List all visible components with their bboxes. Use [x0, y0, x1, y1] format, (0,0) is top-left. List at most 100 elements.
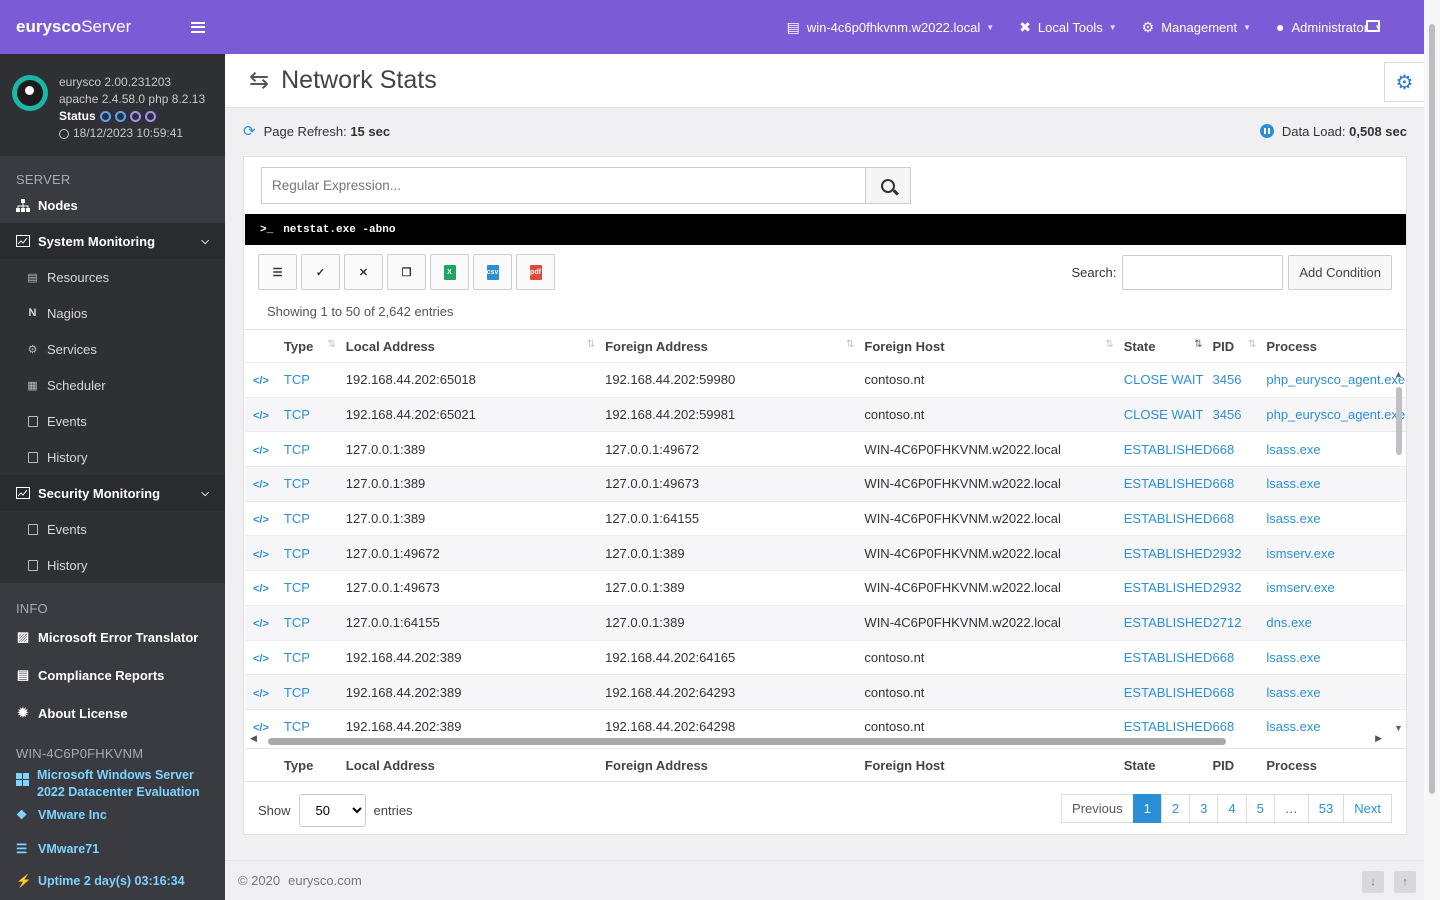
- cell-process[interactable]: ismserv.exe: [1266, 546, 1406, 561]
- code-icon[interactable]: </>: [245, 580, 284, 595]
- cell-pid[interactable]: 2712: [1213, 615, 1267, 630]
- cell-pid[interactable]: 668: [1213, 476, 1267, 491]
- sidebar-item-services[interactable]: ⚙ Services: [0, 331, 225, 367]
- cell-process[interactable]: php_eurysco_agent.exe: [1266, 372, 1406, 387]
- regex-search-button[interactable]: [865, 168, 910, 203]
- cell-process[interactable]: lsass.exe: [1266, 685, 1406, 700]
- cell-state[interactable]: ESTABLISHED: [1124, 511, 1213, 526]
- cell-type[interactable]: TCP: [284, 372, 346, 387]
- code-icon[interactable]: </>: [245, 372, 284, 387]
- cell-state[interactable]: ESTABLISHED: [1124, 476, 1213, 491]
- scroll-left-icon[interactable]: ◀: [250, 733, 257, 744]
- cell-process[interactable]: lsass.exe: [1266, 442, 1406, 457]
- code-icon[interactable]: </>: [245, 546, 284, 561]
- export-pdf-button[interactable]: pdf: [516, 254, 555, 290]
- table-horizontal-scrollbar[interactable]: ◀ ▶: [250, 733, 1382, 747]
- cell-type[interactable]: TCP: [284, 685, 346, 700]
- col-header-type[interactable]: Type ⇅: [284, 339, 346, 354]
- nav-item-compliance-reports[interactable]: ▤ Compliance Reports: [0, 656, 225, 694]
- add-condition-button[interactable]: Add Condition: [1288, 255, 1392, 290]
- code-icon[interactable]: </>: [245, 650, 284, 665]
- cell-pid[interactable]: 3456: [1213, 372, 1267, 387]
- cell-pid[interactable]: 668: [1213, 650, 1267, 665]
- sidebar-item-history[interactable]: History: [0, 439, 225, 475]
- status-core-icon[interactable]: [99, 111, 111, 122]
- pagination-page-53[interactable]: 53: [1307, 794, 1345, 823]
- cell-state[interactable]: ESTABLISHED: [1124, 442, 1213, 457]
- pagination-page-3[interactable]: 3: [1189, 794, 1219, 823]
- export-csv-button[interactable]: csv: [473, 254, 512, 290]
- nav-item-nodes[interactable]: Nodes: [0, 187, 225, 223]
- page-scrollbar[interactable]: [1424, 0, 1440, 900]
- pagination-page-2[interactable]: 2: [1160, 794, 1191, 823]
- table-search-input[interactable]: [1122, 255, 1284, 290]
- cell-type[interactable]: TCP: [284, 442, 346, 457]
- brand-logo[interactable]: euryscoServer: [16, 17, 131, 37]
- local-tools-dropdown[interactable]: ✖ Local Tools ▼: [1019, 19, 1116, 36]
- cell-type[interactable]: TCP: [284, 511, 346, 526]
- cell-state[interactable]: ESTABLISHED: [1124, 719, 1213, 734]
- code-icon[interactable]: </>: [245, 615, 284, 630]
- status-refresh-icon[interactable]: [144, 111, 156, 122]
- cell-pid[interactable]: 668: [1213, 511, 1267, 526]
- cell-type[interactable]: TCP: [284, 546, 346, 561]
- host-dropdown[interactable]: ▤ win-4c6p0fhkvnm.w2022.local ▼: [787, 19, 995, 36]
- cell-pid[interactable]: 668: [1213, 719, 1267, 734]
- cell-state[interactable]: ESTABLISHED: [1124, 546, 1213, 561]
- pagination-page-5[interactable]: 5: [1245, 794, 1275, 823]
- code-icon[interactable]: </>: [245, 442, 284, 457]
- cell-state[interactable]: CLOSE WAIT: [1124, 407, 1213, 422]
- code-icon[interactable]: </>: [245, 407, 284, 422]
- sidebar-item-scheduler[interactable]: ▦ Scheduler: [0, 367, 225, 403]
- cell-state[interactable]: ESTABLISHED: [1124, 650, 1213, 665]
- cell-type[interactable]: TCP: [284, 650, 346, 665]
- copy-button[interactable]: ❐: [387, 254, 426, 290]
- entries-select[interactable]: 50: [298, 794, 366, 827]
- pause-icon[interactable]: [1259, 124, 1274, 138]
- cell-process[interactable]: lsass.exe: [1266, 476, 1406, 491]
- status-executor-icon[interactable]: [114, 111, 126, 122]
- export-excel-button[interactable]: X: [430, 254, 469, 290]
- cell-pid[interactable]: 2932: [1213, 546, 1267, 561]
- status-server-icon[interactable]: [129, 111, 141, 122]
- col-header-process[interactable]: Process: [1266, 339, 1406, 354]
- regex-input[interactable]: [262, 168, 865, 203]
- cell-state[interactable]: CLOSE WAIT: [1124, 372, 1213, 387]
- pagination-previous[interactable]: Previous: [1061, 794, 1134, 823]
- cell-pid[interactable]: 668: [1213, 442, 1267, 457]
- nav-item-about-license[interactable]: ✹ About License: [0, 694, 225, 732]
- scroll-top-icon[interactable]: ↑: [1394, 871, 1416, 893]
- code-icon[interactable]: </>: [245, 685, 284, 700]
- cell-pid[interactable]: 668: [1213, 685, 1267, 700]
- pagination-page-4[interactable]: 4: [1217, 794, 1247, 823]
- refresh-icon[interactable]: ⟳: [243, 122, 256, 140]
- col-header-foreign-address[interactable]: Foreign Address ⇅: [605, 339, 864, 354]
- cell-type[interactable]: TCP: [284, 476, 346, 491]
- cell-pid[interactable]: 3456: [1213, 407, 1267, 422]
- cell-type[interactable]: TCP: [284, 407, 346, 422]
- col-header-local-address[interactable]: Local Address ⇅: [346, 339, 605, 354]
- sidebar-item-nagios[interactable]: N Nagios: [0, 295, 225, 331]
- cell-state[interactable]: ESTABLISHED: [1124, 580, 1213, 595]
- save-state-button[interactable]: ✓: [301, 254, 340, 290]
- cell-type[interactable]: TCP: [284, 615, 346, 630]
- code-icon[interactable]: </>: [245, 476, 284, 491]
- cell-type[interactable]: TCP: [284, 719, 346, 734]
- cell-process[interactable]: lsass.exe: [1266, 650, 1406, 665]
- col-header-foreign-host[interactable]: Foreign Host ⇅: [864, 339, 1123, 354]
- nav-item-system-monitoring[interactable]: System Monitoring ⌵: [0, 223, 225, 259]
- cell-process[interactable]: lsass.exe: [1266, 511, 1406, 526]
- cell-process[interactable]: ismserv.exe: [1266, 580, 1406, 595]
- clear-state-button[interactable]: ✕: [344, 254, 383, 290]
- nav-item-security-monitoring[interactable]: Security Monitoring ⌵: [0, 475, 225, 511]
- col-header-pid[interactable]: PID ⇅: [1212, 339, 1266, 354]
- cell-type[interactable]: TCP: [284, 580, 346, 595]
- sidebar-item-security-events[interactable]: Events: [0, 511, 225, 547]
- cell-pid[interactable]: 2932: [1213, 580, 1267, 595]
- code-icon[interactable]: </>: [245, 719, 284, 734]
- cell-process[interactable]: php_eurysco_agent.exe: [1266, 407, 1406, 422]
- footer-link[interactable]: eurysco.com: [288, 873, 362, 888]
- cell-state[interactable]: ESTABLISHED: [1124, 685, 1213, 700]
- sidebar-item-resources[interactable]: ▤ Resources: [0, 259, 225, 295]
- scroll-down-icon[interactable]: ▼: [1394, 723, 1403, 733]
